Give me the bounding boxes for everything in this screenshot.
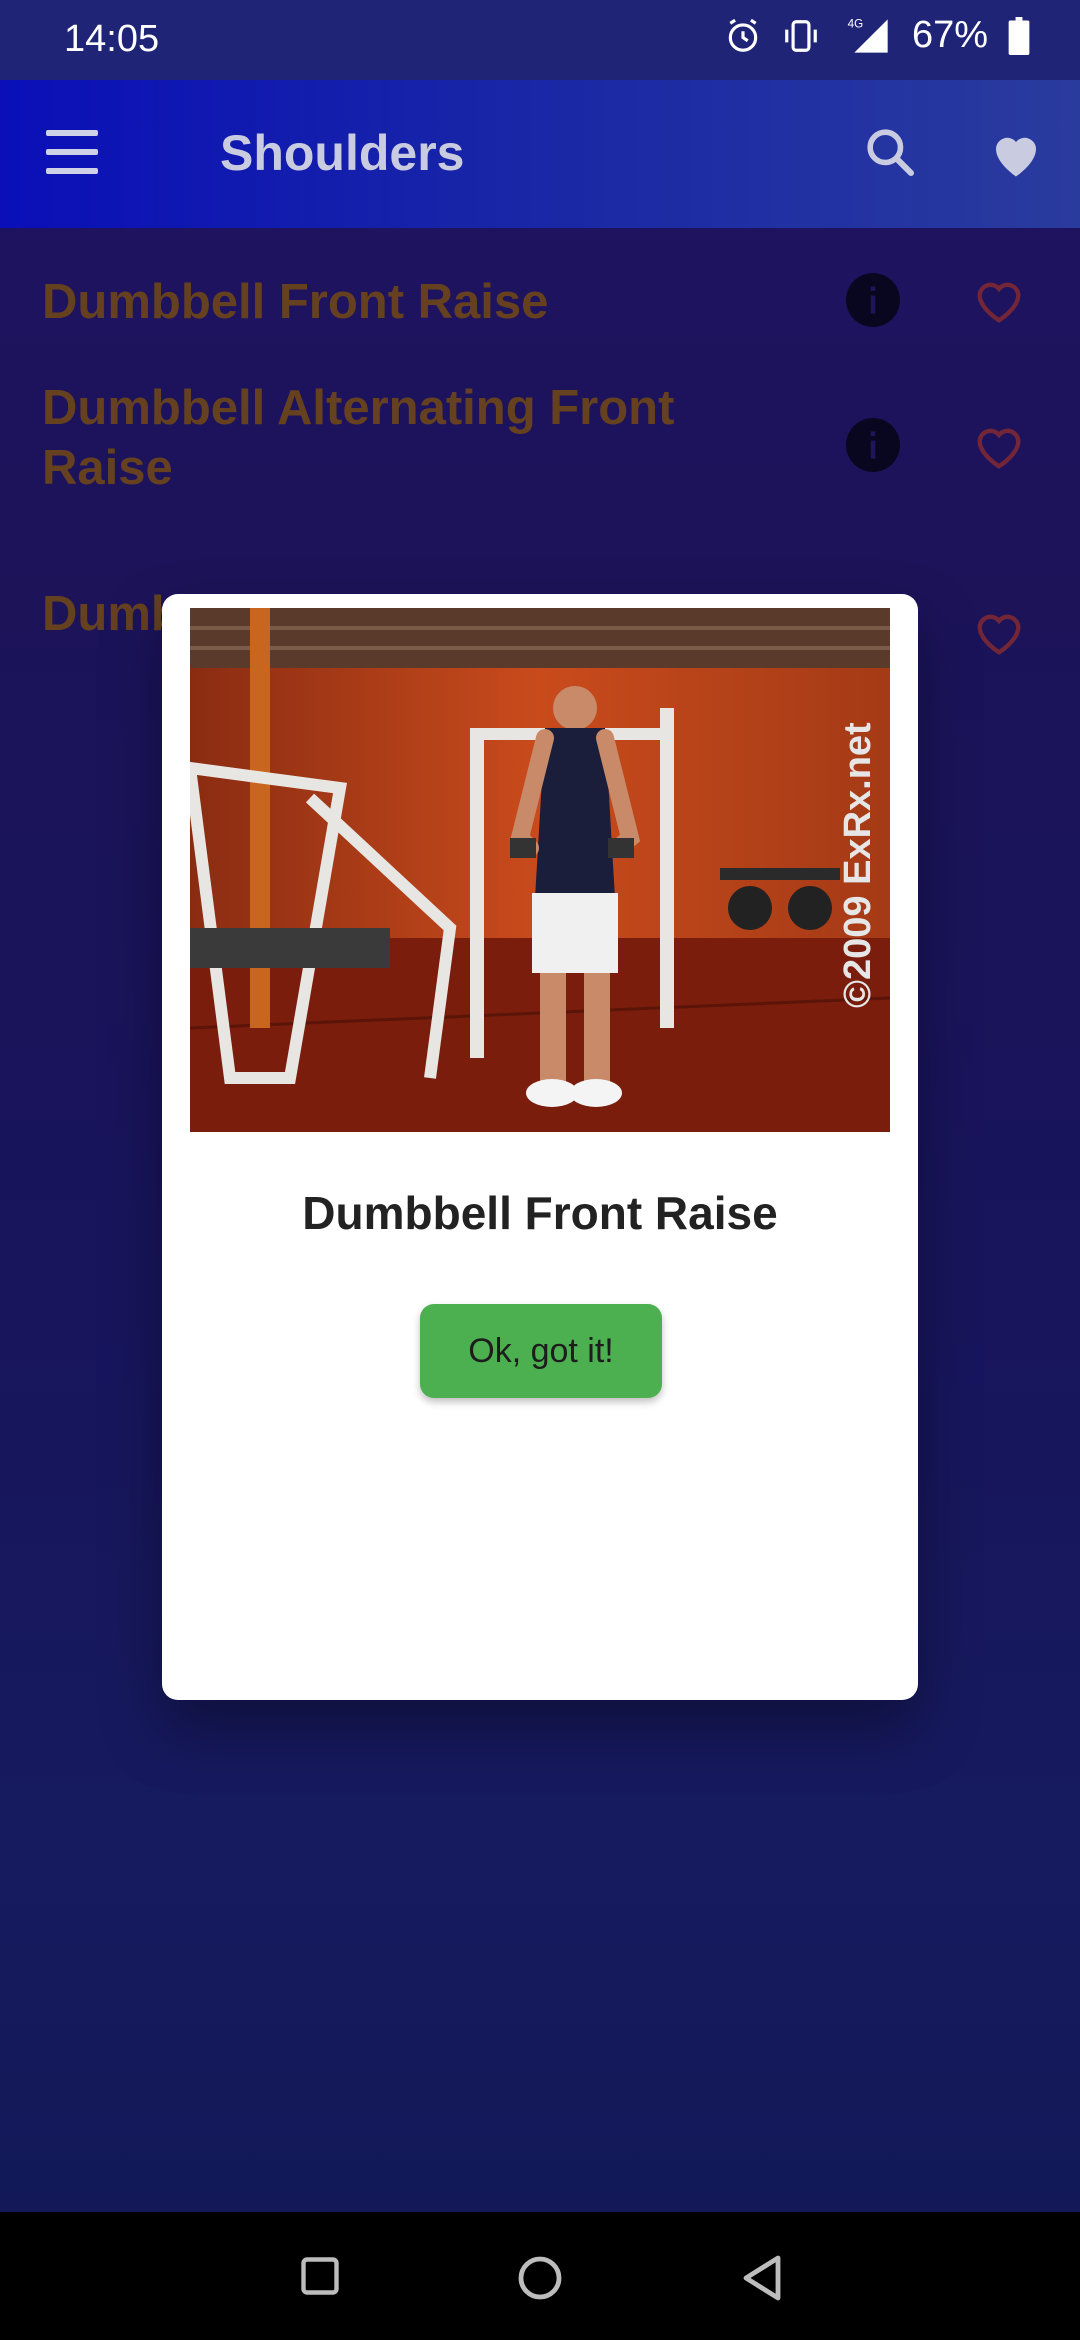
recents-icon[interactable]	[298, 2254, 342, 2298]
battery-percent: 67%	[911, 14, 988, 56]
dialog-title: Dumbbell Front Raise	[302, 1187, 778, 1239]
navigation-bar	[0, 2212, 1080, 2340]
page-title: Shoulders	[220, 125, 465, 181]
search-icon[interactable]	[862, 124, 918, 180]
alarm-icon	[724, 17, 762, 55]
ok-button[interactable]: Ok, got it!	[420, 1304, 662, 1398]
status-bar: 14:05 4G 67%	[0, 0, 1080, 80]
menu-icon[interactable]	[46, 130, 98, 174]
exercise-image: ©2009 ExRx.net	[190, 608, 890, 1132]
back-icon[interactable]	[738, 2252, 786, 2304]
vibrate-icon	[782, 17, 820, 55]
exercise-dialog: ©2009 ExRx.net Dumbbell Front Raise Ok, …	[162, 594, 918, 1700]
network-label: 4G	[848, 17, 864, 30]
favorites-icon[interactable]	[986, 124, 1046, 184]
signal-icon: 4G	[840, 16, 892, 56]
battery-icon	[1008, 16, 1030, 55]
home-icon[interactable]	[516, 2254, 564, 2302]
status-icons: 4G 67%	[724, 14, 1030, 57]
image-watermark: ©2009 ExRx.net	[837, 722, 879, 1008]
app-bar: Shoulders	[0, 80, 1080, 228]
status-time: 14:05	[64, 18, 160, 60]
